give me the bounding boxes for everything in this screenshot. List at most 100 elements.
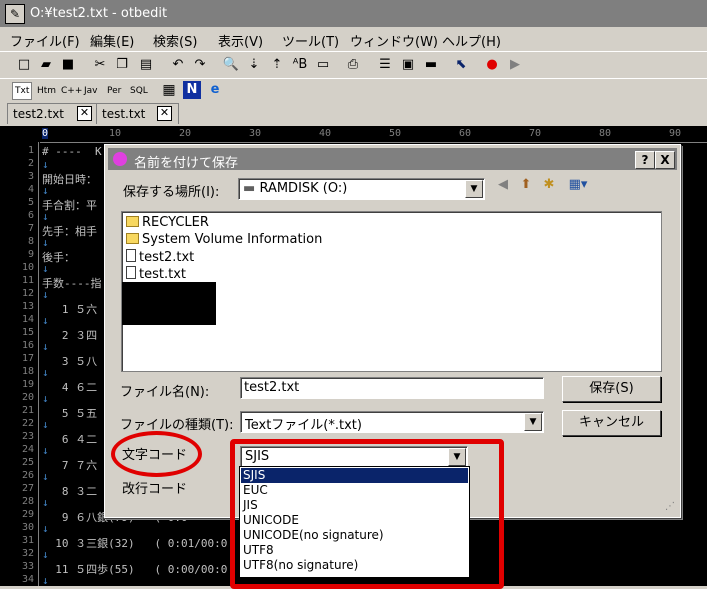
line-number: 12: [21, 288, 34, 299]
editor-line: 10 ３三銀(32) ( 0:01/00:0: [42, 537, 228, 550]
app-icon[interactable]: ✎: [5, 4, 25, 24]
menu-search[interactable]: 検索(S): [153, 31, 197, 50]
new-folder-icon[interactable]: ✱: [541, 177, 557, 193]
chevron-down-icon[interactable]: ▼: [524, 413, 542, 431]
editor-line: ↓: [42, 262, 49, 275]
tab-close-icon[interactable]: ✕: [157, 106, 172, 121]
ruler-tick: 30: [249, 128, 262, 139]
menu-file[interactable]: ファイル(F): [10, 31, 80, 50]
menu-view[interactable]: 表示(V): [218, 31, 263, 50]
location-combo[interactable]: ▬ RAMDISK (O:) ▼: [238, 178, 485, 200]
back-icon[interactable]: ◀: [495, 177, 511, 193]
layout-icon-3[interactable]: ▬: [422, 56, 440, 74]
play-macro-icon[interactable]: ▶: [506, 56, 524, 74]
menu-help[interactable]: ヘルプ(H): [442, 31, 501, 50]
replace-icon[interactable]: ᴬB: [291, 56, 309, 74]
ruler-tick: 0: [42, 128, 49, 139]
editor-line: 8 ３二: [42, 485, 98, 498]
menu-edit[interactable]: 編集(E): [90, 31, 134, 50]
list-item[interactable]: RECYCLER: [126, 215, 209, 230]
grep-icon[interactable]: ▭: [314, 56, 332, 74]
line-number: 7: [27, 223, 34, 234]
line-number: 33: [21, 561, 34, 572]
editor-line: ↓: [42, 470, 49, 483]
resize-grip-icon[interactable]: ⋰: [665, 501, 675, 512]
find-icon[interactable]: 🔍: [222, 56, 240, 74]
redo-icon[interactable]: ↷: [191, 56, 209, 74]
editor-line: ↓: [42, 288, 49, 301]
list-item[interactable]: System Volume Information: [126, 232, 322, 247]
main-toolbar: □ ▰ ■ ✂ ❐ ▤ ↶ ↷ 🔍 ⇣ ⇡ ᴬB ▭ ⎙ ☰ ▣ ▬ ⬉ ● ▶: [0, 51, 707, 79]
chevron-down-icon[interactable]: ▼: [465, 180, 483, 198]
mode-toolbar: Txt Htm C++ Jav Per SQL ▦ N e: [0, 78, 707, 101]
menu-window[interactable]: ウィンドウ(W): [350, 31, 438, 50]
annotation-box: [230, 439, 504, 589]
mode-jav[interactable]: Jav: [81, 82, 101, 100]
line-number: 6: [27, 210, 34, 221]
editor-line: ↓: [42, 496, 49, 509]
tab-label: test.txt: [102, 107, 146, 121]
line-number-gutter: 1 2 3 4 5 6 7 8 9 10 11 12 13 14 15 16 17 18 19 20 21 22 23 24 2…: [0, 142, 39, 586]
file-list[interactable]: RECYCLER System Volume Information test2…: [121, 211, 662, 372]
editor-line: ↓: [42, 548, 49, 561]
color-grid-icon[interactable]: ▦: [160, 81, 178, 99]
line-number: 13: [21, 301, 34, 312]
editor-line: 6 ４二: [42, 433, 98, 446]
close-button[interactable]: X: [655, 151, 675, 169]
layout-icon-2[interactable]: ▣: [399, 56, 417, 74]
jump-icon[interactable]: ⬉: [452, 56, 470, 74]
menu-tools[interactable]: ツール(T): [282, 31, 339, 50]
print-icon[interactable]: ⎙: [344, 56, 362, 74]
line-number: 20: [21, 392, 34, 403]
line-number: 34: [21, 574, 34, 585]
layout-icon-1[interactable]: ☰: [376, 56, 394, 74]
list-item[interactable]: test.txt: [126, 266, 186, 282]
ruler-tick: 20: [179, 128, 192, 139]
cut-icon[interactable]: ✂: [91, 56, 109, 74]
view-menu-icon[interactable]: ▦▾: [565, 177, 591, 193]
find-next-icon[interactable]: ⇣: [245, 56, 263, 74]
ruler-tick: 10: [109, 128, 122, 139]
browser-icon[interactable]: e: [206, 81, 224, 99]
paste-icon[interactable]: ▤: [137, 56, 155, 74]
new-file-icon[interactable]: □: [15, 56, 33, 74]
line-number: 8: [27, 236, 34, 247]
undo-icon[interactable]: ↶: [169, 56, 187, 74]
save-button[interactable]: 保存(S): [562, 376, 661, 402]
line-number: 2: [27, 158, 34, 169]
up-folder-icon[interactable]: ⬆: [518, 177, 534, 193]
filename-input[interactable]: test2.txt: [240, 377, 544, 399]
editor-line: 2 ３四: [42, 329, 98, 342]
dialog-title: 名前を付けて保存: [134, 156, 239, 171]
tab-label: test2.txt: [13, 107, 65, 121]
editor-line: 5 ５五: [42, 407, 98, 420]
copy-icon[interactable]: ❐: [113, 56, 131, 74]
editor-line: ↓: [42, 236, 49, 249]
ruler-tick: 50: [389, 128, 402, 139]
help-button[interactable]: ?: [635, 151, 655, 169]
filetype-combo[interactable]: Textファイル(*.txt) ▼: [240, 411, 544, 433]
line-number: 31: [21, 535, 34, 546]
mode-htm[interactable]: Htm: [34, 82, 59, 100]
location-value: ▬ RAMDISK (O:): [243, 181, 348, 196]
tab-bar: test2.txt ✕ test.txt ✕: [0, 100, 707, 126]
mode-per[interactable]: Per: [104, 82, 124, 100]
editor-line: ↓: [42, 574, 49, 587]
editor-line: 3 ５八: [42, 355, 98, 368]
open-folder-icon[interactable]: ▰: [37, 56, 55, 74]
cancel-button[interactable]: キャンセル: [562, 410, 661, 436]
record-macro-icon[interactable]: ●: [483, 56, 501, 74]
list-item[interactable]: test2.txt: [126, 249, 194, 265]
editor-line: 4 ６二: [42, 381, 98, 394]
location-label: 保存する場所(I):: [123, 185, 220, 200]
n-icon[interactable]: N: [183, 81, 201, 99]
mode-sql[interactable]: SQL: [127, 82, 151, 100]
editor-line: 先手：相手: [42, 225, 97, 238]
file-icon: [126, 249, 136, 262]
editor-line: 7 ７六: [42, 459, 98, 472]
mode-txt[interactable]: Txt: [12, 82, 33, 100]
tab-close-icon[interactable]: ✕: [77, 106, 92, 121]
save-icon[interactable]: ■: [59, 56, 77, 74]
find-prev-icon[interactable]: ⇡: [268, 56, 286, 74]
line-number: 23: [21, 431, 34, 442]
